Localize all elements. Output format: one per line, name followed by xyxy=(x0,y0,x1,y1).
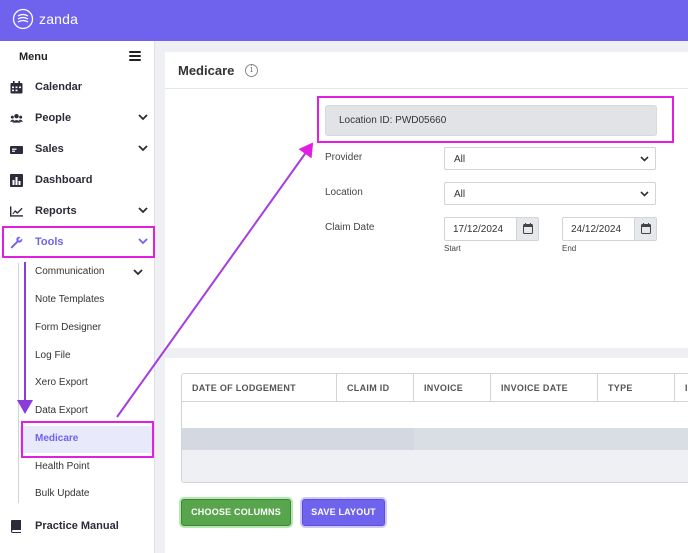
sidebar-item-label: Dashboard xyxy=(35,174,93,186)
claims-table-panel: DATE OF LODGEMENT CLAIM ID INVOICE INVOI… xyxy=(165,358,688,553)
column-header[interactable]: DATE OF LODGEMENT xyxy=(182,374,337,402)
sidebar-item-label: Reports xyxy=(35,205,77,217)
chart-icon xyxy=(10,206,23,217)
provider-label: Provider xyxy=(325,152,363,163)
sidebar-item-label: Calendar xyxy=(35,81,83,93)
sidebar: Menu Calendar People Sales Dashboard Rep… xyxy=(0,41,155,553)
column-header[interactable]: I xyxy=(675,374,688,402)
annotation-highlight-medicare xyxy=(21,421,154,458)
sidebar-item-label: Sales xyxy=(35,143,64,155)
column-header[interactable]: CLAIM ID xyxy=(337,374,414,402)
calendar-icon xyxy=(523,223,533,234)
brand-name: zanda xyxy=(39,11,79,27)
page-title: Medicare xyxy=(178,63,235,78)
chevron-down-icon xyxy=(640,191,649,197)
info-icon[interactable]: i xyxy=(245,64,258,77)
provider-select[interactable]: All xyxy=(444,147,656,170)
sidebar-item-dashboard[interactable]: Dashboard xyxy=(0,165,155,196)
choose-columns-button[interactable]: CHOOSE COLUMNS xyxy=(181,499,291,526)
submenu-item-label: Note Templates xyxy=(35,294,105,305)
location-select[interactable]: All xyxy=(444,182,656,205)
hamburger-icon[interactable] xyxy=(129,51,141,61)
save-layout-button[interactable]: SAVE LAYOUT xyxy=(302,499,385,526)
chevron-down-icon xyxy=(138,114,148,121)
submenu-item-label: Xero Export xyxy=(35,377,88,388)
table-header: DATE OF LODGEMENT CLAIM ID INVOICE INVOI… xyxy=(182,374,688,402)
start-date-picker-button[interactable] xyxy=(516,218,538,240)
submenu-item-label: Bulk Update xyxy=(35,488,90,499)
money-icon xyxy=(10,146,23,154)
column-header[interactable]: INVOICE xyxy=(414,374,491,402)
sidebar-item-label: People xyxy=(35,112,72,124)
location-label: Location xyxy=(325,187,363,198)
annotation-highlight-tools xyxy=(2,226,155,258)
submenu-item-communication[interactable]: Communication xyxy=(20,259,153,286)
claims-table: DATE OF LODGEMENT CLAIM ID INVOICE INVOI… xyxy=(181,373,688,483)
zanda-logo-icon xyxy=(12,8,34,30)
submenu-item-form-designer[interactable]: Form Designer xyxy=(20,315,153,342)
submenu-item-note-templates[interactable]: Note Templates xyxy=(20,287,153,314)
top-bar: zanda xyxy=(0,0,688,41)
start-date-value: 17/12/2024 xyxy=(453,224,504,235)
end-date-value: 24/12/2024 xyxy=(571,224,622,235)
dashboard-icon xyxy=(10,174,23,187)
submenu-item-label: Form Designer xyxy=(35,322,102,333)
end-date-picker-button[interactable] xyxy=(634,218,656,240)
submenu-item-label: Log File xyxy=(35,350,71,361)
start-date-input[interactable]: 17/12/2024 xyxy=(444,217,539,241)
book-icon xyxy=(11,520,21,533)
column-header[interactable]: TYPE xyxy=(598,374,675,402)
sidebar-item-label: Practice Manual xyxy=(35,520,119,532)
submenu-item-xero-export[interactable]: Xero Export xyxy=(20,370,153,397)
sidebar-item-reports[interactable]: Reports xyxy=(0,196,155,227)
sidebar-item-calendar[interactable]: Calendar xyxy=(0,72,155,103)
calendar-icon xyxy=(641,223,651,234)
submenu-item-label: Communication xyxy=(35,266,105,277)
sidebar-item-practice-manual[interactable]: Practice Manual xyxy=(0,511,155,542)
end-caption: End xyxy=(562,244,577,253)
chevron-down-icon xyxy=(138,145,148,152)
menu-header: Menu xyxy=(0,41,155,73)
chevron-down-icon xyxy=(133,269,143,276)
end-date-input[interactable]: 24/12/2024 xyxy=(562,217,657,241)
claim-date-label: Claim Date xyxy=(325,222,375,233)
brand-logo[interactable]: zanda xyxy=(12,8,78,30)
sidebar-item-people[interactable]: People xyxy=(0,103,155,134)
chevron-down-icon xyxy=(640,156,649,162)
menu-label: Menu xyxy=(19,51,48,63)
annotation-highlight-location-id xyxy=(317,96,674,143)
submenu-item-health-point[interactable]: Health Point xyxy=(20,454,153,481)
column-header[interactable]: INVOICE DATE xyxy=(491,374,598,402)
provider-select-value: All xyxy=(454,154,466,165)
submenu-item-bulk-update[interactable]: Bulk Update xyxy=(20,481,153,508)
submenu-guide-line xyxy=(18,263,19,503)
calendar-icon xyxy=(10,81,23,94)
submenu-item-label: Data Export xyxy=(35,405,88,416)
submenu-item-label: Health Point xyxy=(35,461,90,472)
table-footer xyxy=(182,450,688,482)
users-icon xyxy=(10,113,23,123)
chevron-down-icon xyxy=(138,207,148,214)
start-caption: Start xyxy=(444,244,461,253)
location-select-value: All xyxy=(454,189,466,200)
table-row-shade xyxy=(414,428,688,450)
panel-header: Medicare i xyxy=(165,52,688,89)
sidebar-item-sales[interactable]: Sales xyxy=(0,134,155,165)
submenu-item-log-file[interactable]: Log File xyxy=(20,343,153,370)
